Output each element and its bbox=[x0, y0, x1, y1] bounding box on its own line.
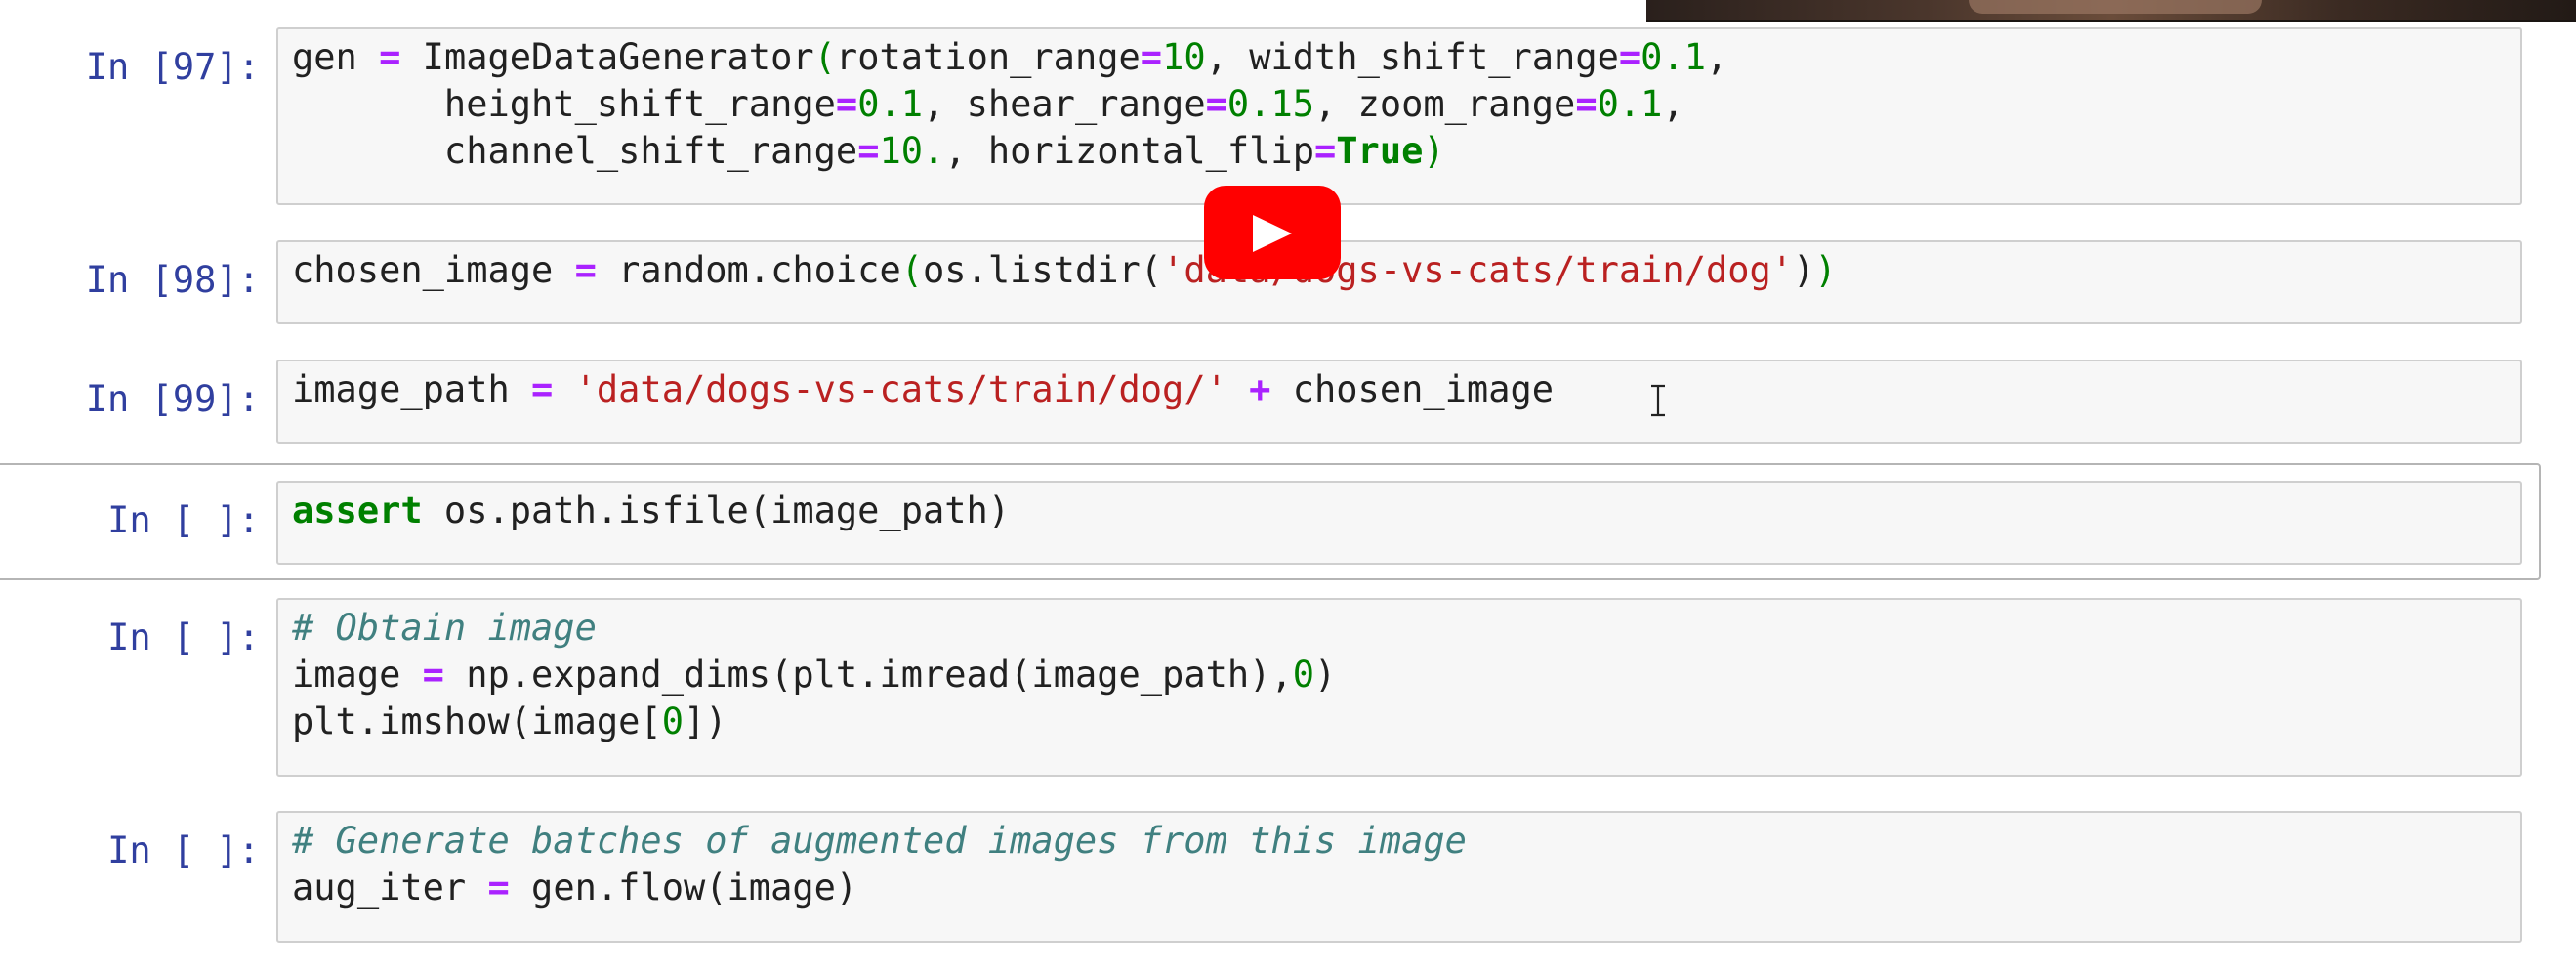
code-token: = bbox=[422, 654, 444, 696]
webcam-video-overlay bbox=[1646, 0, 2576, 22]
code-token: = bbox=[1575, 83, 1598, 125]
code-token: = bbox=[487, 867, 510, 909]
code-token: 0 bbox=[661, 700, 684, 742]
code-token: , width_shift_range bbox=[1205, 36, 1619, 78]
code-token: = bbox=[835, 83, 858, 125]
code-line: assert os.path.isfile(image_path) bbox=[292, 488, 2507, 534]
code-token: os.listdir( bbox=[923, 249, 1163, 291]
text-cursor-icon bbox=[1648, 384, 1668, 417]
code-token: , zoom_range bbox=[1314, 83, 1576, 125]
code-token: ( bbox=[900, 249, 924, 291]
code-token: channel_shift_range bbox=[292, 130, 858, 172]
code-line: # Obtain image bbox=[292, 605, 2507, 652]
code-token: 0.15 bbox=[1226, 83, 1314, 125]
code-token: aug_iter bbox=[292, 867, 488, 909]
code-token: ImageDataGenerator bbox=[400, 36, 814, 78]
code-line: plt.imshow(image[0]) bbox=[292, 699, 2507, 745]
code-cell[interactable]: In [97]: gen = ImageDataGenerator(rotati… bbox=[0, 27, 2539, 208]
cell-prompt: In [ ]: bbox=[107, 499, 260, 541]
cell-input[interactable]: # Generate batches of augmented images f… bbox=[276, 811, 2522, 943]
code-token: 0.1 bbox=[1641, 36, 1706, 78]
code-token: image_path bbox=[292, 368, 532, 410]
youtube-play-icon[interactable] bbox=[1204, 186, 1341, 279]
code-token: gen bbox=[292, 36, 380, 78]
code-token: + bbox=[1249, 368, 1271, 410]
code-editor[interactable]: gen = ImageDataGenerator(rotation_range=… bbox=[292, 34, 2507, 175]
code-token: = bbox=[1618, 36, 1641, 78]
code-token: plt.imshow(image[ bbox=[292, 700, 662, 742]
code-token: 'data/dogs-vs-cats/train/dog/' bbox=[574, 368, 1227, 410]
cell-input[interactable]: chosen_image = random.choice(os.listdir(… bbox=[276, 240, 2522, 324]
code-token: ) bbox=[1423, 130, 1445, 172]
code-token: 10. bbox=[879, 130, 945, 172]
code-token: image bbox=[292, 654, 423, 696]
code-token: = bbox=[1314, 130, 1337, 172]
code-token: height_shift_range bbox=[292, 83, 836, 125]
code-token: 0.1 bbox=[1597, 83, 1663, 125]
code-token: , horizontal_flip bbox=[944, 130, 1314, 172]
cell-prompt: In [97]: bbox=[85, 46, 260, 88]
code-token: 0.1 bbox=[857, 83, 924, 125]
cell-input[interactable]: gen = ImageDataGenerator(rotation_range=… bbox=[276, 27, 2522, 205]
code-cell-selected[interactable]: In [ ]: assert os.path.isfile(image_path… bbox=[0, 463, 2541, 580]
cell-input[interactable]: assert os.path.isfile(image_path) bbox=[276, 481, 2522, 565]
code-token: 0 bbox=[1292, 654, 1314, 696]
code-token: rotation_range bbox=[835, 36, 1141, 78]
code-token: chosen_image bbox=[1270, 368, 1555, 410]
code-token: chosen_image bbox=[292, 249, 575, 291]
code-token: , bbox=[1662, 83, 1684, 125]
code-token: # Generate batches of augmented images f… bbox=[292, 820, 1467, 862]
code-token: os.path.isfile(image_path) bbox=[422, 489, 1011, 531]
code-token: = bbox=[574, 249, 597, 291]
code-token: = bbox=[1140, 36, 1163, 78]
cell-prompt: In [ ]: bbox=[107, 616, 260, 658]
cell-prompt: In [ ]: bbox=[107, 829, 260, 871]
code-token: 10 bbox=[1162, 36, 1206, 78]
code-token: = bbox=[531, 368, 554, 410]
code-line: # Generate batches of augmented images f… bbox=[292, 818, 2507, 865]
code-cell[interactable]: In [99]: image_path = 'data/dogs-vs-cats… bbox=[0, 360, 2539, 444]
code-token: assert bbox=[292, 489, 423, 531]
code-editor[interactable]: assert os.path.isfile(image_path) bbox=[292, 488, 2507, 534]
code-token: np.expand_dims(plt.imread(image_path), bbox=[443, 654, 1293, 696]
code-token: gen.flow(image) bbox=[509, 867, 858, 909]
code-token: = bbox=[379, 36, 401, 78]
code-line: image_path = 'data/dogs-vs-cats/train/do… bbox=[292, 366, 2507, 413]
code-token: # Obtain image bbox=[292, 607, 597, 649]
code-editor[interactable]: # Generate batches of augmented images f… bbox=[292, 818, 2507, 911]
code-line: gen = ImageDataGenerator(rotation_range=… bbox=[292, 34, 2507, 81]
code-token: , bbox=[1706, 36, 1728, 78]
code-line: image = np.expand_dims(plt.imread(image_… bbox=[292, 652, 2507, 699]
code-cell[interactable]: In [ ]: # Obtain image image = np.expand_… bbox=[0, 598, 2539, 777]
code-editor[interactable]: chosen_image = random.choice(os.listdir(… bbox=[292, 247, 2507, 294]
code-cell[interactable]: In [ ]: # Generate batches of augmented … bbox=[0, 811, 2539, 943]
code-token: ( bbox=[813, 36, 836, 78]
code-line: chosen_image = random.choice(os.listdir(… bbox=[292, 247, 2507, 294]
cell-input[interactable]: image_path = 'data/dogs-vs-cats/train/do… bbox=[276, 360, 2522, 444]
code-line: channel_shift_range=10., horizontal_flip… bbox=[292, 128, 2507, 175]
code-token: ) bbox=[1814, 249, 1837, 291]
code-token: = bbox=[1205, 83, 1227, 125]
code-token: True bbox=[1336, 130, 1424, 172]
code-line: aug_iter = gen.flow(image) bbox=[292, 865, 2507, 911]
code-token: random.choice bbox=[596, 249, 901, 291]
code-token: ]) bbox=[683, 700, 727, 742]
code-token: ) bbox=[1313, 654, 1337, 696]
code-editor[interactable]: # Obtain image image = np.expand_dims(plt… bbox=[292, 605, 2507, 745]
code-editor[interactable]: image_path = 'data/dogs-vs-cats/train/do… bbox=[292, 366, 2507, 413]
code-line: height_shift_range=0.1, shear_range=0.15… bbox=[292, 81, 2507, 128]
code-token: = bbox=[857, 130, 880, 172]
cell-prompt: In [99]: bbox=[85, 378, 260, 420]
cell-prompt: In [98]: bbox=[85, 259, 260, 301]
cell-input[interactable]: # Obtain image image = np.expand_dims(plt… bbox=[276, 598, 2522, 777]
code-token: , shear_range bbox=[923, 83, 1206, 125]
code-token: ) bbox=[1793, 249, 1815, 291]
